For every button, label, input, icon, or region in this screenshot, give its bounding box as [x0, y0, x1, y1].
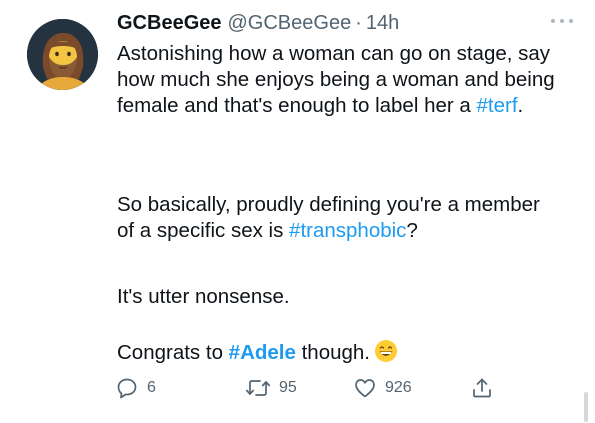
like-button[interactable]: 926 — [353, 376, 412, 400]
reply-button[interactable]: 6 — [115, 376, 156, 400]
retweet-icon — [245, 380, 271, 396]
like-count: 926 — [385, 379, 412, 396]
tweet-paragraph: It's utter nonsense. — [117, 284, 557, 310]
paragraph-text: ? — [406, 219, 418, 242]
paragraph-text: Congrats to — [117, 341, 229, 364]
reply-count: 6 — [147, 379, 156, 396]
heart-icon — [355, 379, 375, 398]
tweet-paragraph: Congrats to #Adele though. — [117, 339, 557, 370]
hashtag-link[interactable]: #Adele — [229, 341, 296, 364]
hashtag-link[interactable]: #terf — [477, 94, 518, 117]
paragraph-text: It's utter nonsense. — [117, 285, 290, 308]
share-icon — [473, 378, 491, 398]
more-dot — [551, 19, 555, 23]
hashtag-link[interactable]: #transphobic — [289, 219, 406, 242]
author-avatar[interactable] — [27, 19, 98, 90]
bearded-man-avatar-icon — [27, 19, 98, 90]
paragraph-text: though. — [295, 341, 370, 364]
more-options-icon[interactable] — [551, 14, 573, 28]
grinning-face-with-smiling-eyes-icon — [374, 339, 398, 370]
tweet-timestamp[interactable]: 14h — [366, 12, 399, 35]
share-button[interactable] — [470, 376, 494, 400]
header-separator: · — [355, 11, 362, 34]
more-dot — [560, 19, 564, 23]
retweet-button[interactable]: 95 — [245, 376, 297, 400]
scrollbar-thumb[interactable] — [584, 392, 588, 422]
author-name[interactable]: GCBeeGee — [117, 12, 222, 35]
retweet-count: 95 — [279, 379, 297, 396]
paragraph-text: . — [517, 94, 524, 117]
tweet-header: GCBeeGee @GCBeeGee · 14h — [117, 8, 399, 38]
tweet-paragraph: Astonishing how a woman can go on stage,… — [117, 41, 557, 119]
tweet-actions: 6 95 926 — [115, 376, 505, 400]
more-dot — [569, 19, 573, 23]
author-handle[interactable]: @GCBeeGee — [228, 12, 352, 35]
reply-icon — [117, 378, 137, 399]
tweet-paragraph: So basically, proudly defining you're a … — [117, 192, 557, 244]
